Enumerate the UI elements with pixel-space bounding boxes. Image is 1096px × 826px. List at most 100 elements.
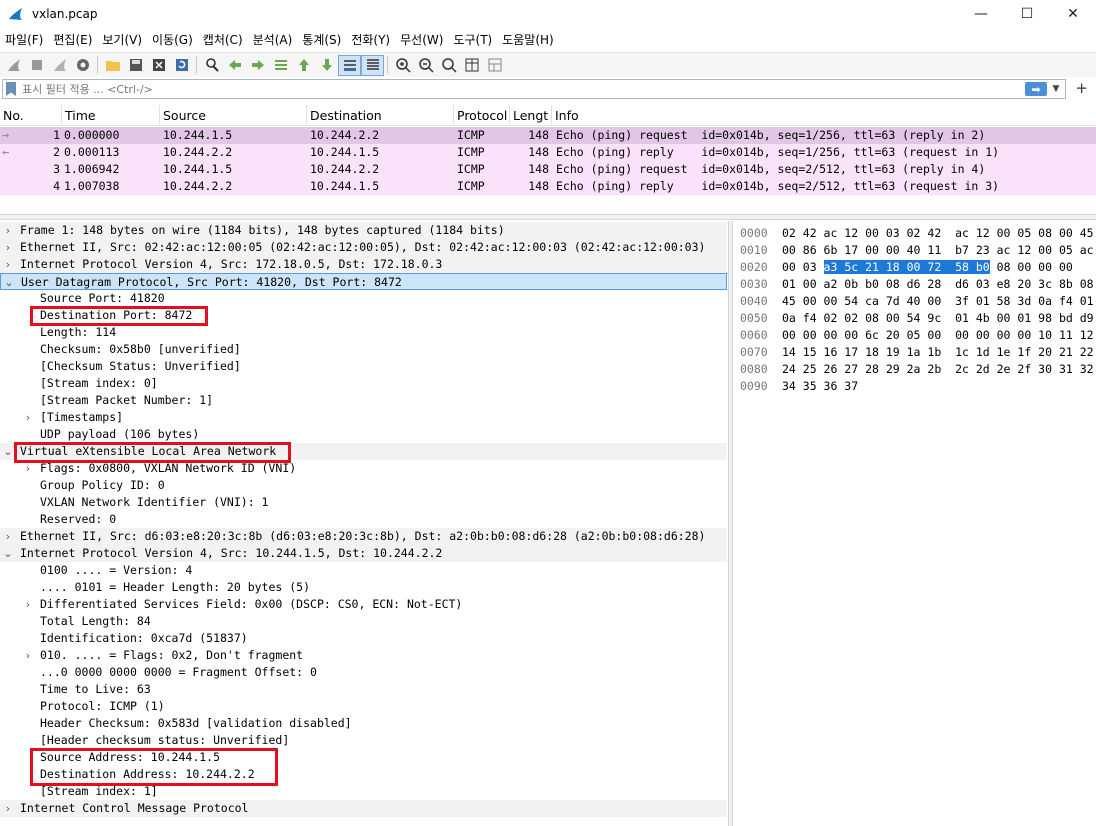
detail-tree-section[interactable]: ⌄ Internet Protocol Version 4, Src: 10.24… — [0, 545, 727, 562]
go-back-icon[interactable] — [223, 55, 246, 76]
shark-fin-start-icon[interactable] — [2, 55, 25, 76]
minimize-button[interactable]: — — [958, 0, 1004, 28]
column-header-no[interactable]: No. — [0, 105, 62, 126]
packet-row[interactable]: 4 1.007038 10.244.2.2 10.244.1.5 ICMP 148 Echo… — [0, 178, 1096, 195]
detail-tree-field[interactable]: ...0 0000 0000 0000 = Fragment Offset: 0 — [0, 664, 727, 681]
detail-tree-field[interactable]: Group Policy ID: 0 — [0, 477, 727, 494]
stop-icon[interactable] — [25, 55, 48, 76]
hex-dump-row[interactable]: 0010 00 86 6b 17 00 00 40 11 b7 23 ac 12 … — [734, 243, 1096, 258]
vertical-splitter[interactable] — [728, 221, 733, 826]
first-packet-icon[interactable] — [292, 55, 315, 76]
maximize-button[interactable]: ☐ — [1004, 0, 1050, 28]
detail-tree-field[interactable]: › 010. .... = Flags: 0x2, Don't fragment — [0, 647, 727, 664]
chevron-right-icon[interactable]: › — [22, 596, 34, 613]
pane-splitter[interactable] — [0, 214, 1096, 220]
zoom-reset-icon[interactable] — [437, 55, 460, 76]
menu-tools[interactable]: 도구(T) — [448, 29, 497, 51]
hex-dump-row[interactable]: 0070 14 15 16 17 18 19 1a 1b 1c 1d 1e 1f … — [734, 345, 1096, 360]
hex-dump-row[interactable]: 0050 0a f4 02 02 08 00 54 9c 01 4b 00 01 … — [734, 311, 1096, 326]
chevron-right-icon[interactable]: › — [2, 222, 14, 239]
packet-row[interactable]: 3 1.006942 10.244.1.5 10.244.2.2 ICMP 148 Echo… — [0, 161, 1096, 178]
packet-row[interactable]: ← 2 0.000113 10.244.2.2 10.244.1.5 ICMP 148 Ech… — [0, 144, 1096, 161]
resize-columns-icon[interactable] — [460, 55, 483, 76]
detail-tree-field[interactable]: Protocol: ICMP (1) — [0, 698, 727, 715]
column-header-length[interactable]: Lengt — [510, 105, 552, 126]
menu-file[interactable]: 파일(F) — [0, 29, 48, 51]
close-file-icon[interactable] — [147, 55, 170, 76]
detail-tree-section[interactable]: › Frame 1: 148 bytes on wire (1184 bits),… — [0, 222, 727, 239]
column-header-info[interactable]: Info — [552, 105, 1096, 126]
hex-dump-row[interactable]: 0060 00 00 00 00 6c 20 05 00 00 00 00 00 … — [734, 328, 1096, 343]
detail-tree-field[interactable]: 0100 .... = Version: 4 — [0, 562, 727, 579]
menu-help[interactable]: 도움말(H) — [497, 29, 559, 51]
packet-row[interactable]: → 1 0.000000 10.244.1.5 10.244.2.2 ICMP 148 Ech… — [0, 127, 1096, 144]
hex-dump-row[interactable]: 0020 00 03 a3 5c 21 18 00 72 58 b0 08 00 … — [734, 260, 1096, 275]
menu-telephony[interactable]: 전화(Y) — [346, 29, 395, 51]
close-button[interactable]: ✕ — [1050, 0, 1096, 28]
detail-tree-field[interactable]: [Header checksum status: Unverified] — [0, 732, 727, 749]
detail-tree-field[interactable]: Checksum: 0x58b0 [unverified] — [0, 341, 727, 358]
save-file-icon[interactable] — [124, 55, 147, 76]
column-header-source[interactable]: Source — [160, 105, 307, 126]
last-packet-icon[interactable] — [315, 55, 338, 76]
detail-tree-field[interactable]: [Checksum Status: Unverified] — [0, 358, 727, 375]
colorize-icon[interactable] — [361, 54, 384, 76]
hex-dump-row[interactable]: 0000 02 42 ac 12 00 03 02 42 ac 12 00 05 … — [734, 226, 1096, 241]
detail-tree-field[interactable]: Total Length: 84 — [0, 613, 727, 630]
detail-tree-section[interactable]: › Internet Protocol Version 4, Src: 172.1… — [0, 256, 727, 273]
restart-icon[interactable] — [48, 55, 71, 76]
detail-tree-field[interactable]: Reserved: 0 — [0, 511, 727, 528]
chevron-right-icon[interactable]: › — [2, 256, 14, 273]
chevron-down-icon[interactable]: ⌄ — [3, 274, 15, 291]
zoom-out-icon[interactable] — [414, 55, 437, 76]
chevron-right-icon[interactable]: › — [22, 647, 34, 664]
detail-tree-field[interactable]: Identification: 0xca7d (51837) — [0, 630, 727, 647]
display-filter-input[interactable]: 표시 필터 적용 ... <Ctrl-/> ➡ ▼ — [2, 79, 1066, 99]
detail-tree-section[interactable]: › Ethernet II, Src: d6:03:e8:20:3c:8b (d6… — [0, 528, 727, 545]
detail-tree-field[interactable]: .... 0101 = Header Length: 20 bytes (5) — [0, 579, 727, 596]
detail-tree-field[interactable]: Source Port: 41820 — [0, 290, 727, 307]
find-icon[interactable] — [200, 55, 223, 76]
menu-view[interactable]: 보기(V) — [97, 29, 147, 51]
chevron-right-icon[interactable]: › — [2, 528, 14, 545]
detail-tree-section[interactable]: ⌄ User Datagram Protocol, Src Port: 41820… — [0, 273, 727, 290]
detail-tree-field[interactable]: Time to Live: 63 — [0, 681, 727, 698]
open-folder-icon[interactable] — [101, 55, 124, 76]
autoscroll-icon[interactable] — [338, 54, 361, 76]
reload-icon[interactable] — [170, 55, 193, 76]
chevron-right-icon[interactable]: › — [2, 239, 14, 256]
chevron-down-icon[interactable]: ⌄ — [2, 443, 14, 460]
detail-tree-field[interactable]: › Differentiated Services Field: 0x00 (DS… — [0, 596, 727, 613]
bookmark-icon[interactable] — [6, 82, 16, 96]
chevron-down-icon[interactable]: ⌄ — [2, 545, 14, 562]
add-filter-button[interactable]: + — [1075, 79, 1088, 97]
chevron-down-icon[interactable]: ▼ — [1050, 81, 1062, 97]
menu-capture[interactable]: 캡처(C) — [198, 29, 248, 51]
detail-tree-field[interactable]: › [Timestamps] — [0, 409, 727, 426]
detail-tree-field[interactable]: VXLAN Network Identifier (VNI): 1 — [0, 494, 727, 511]
detail-tree-field[interactable]: [Stream Packet Number: 1] — [0, 392, 727, 409]
go-to-packet-icon[interactable] — [269, 55, 292, 76]
arrow-right-icon[interactable]: ➡ — [1025, 82, 1047, 96]
menu-wireless[interactable]: 무선(W) — [395, 29, 448, 51]
menu-analyze[interactable]: 분석(A) — [248, 29, 298, 51]
detail-tree-section[interactable]: › Ethernet II, Src: 02:42:ac:12:00:05 (02… — [0, 239, 727, 256]
detail-tree-field[interactable]: Length: 114 — [0, 324, 727, 341]
hex-dump-row[interactable]: 0090 34 35 36 37 — [734, 379, 1096, 394]
menu-edit[interactable]: 편집(E) — [48, 29, 97, 51]
detail-tree-field[interactable]: [Stream index: 0] — [0, 375, 727, 392]
menu-statistics[interactable]: 통계(S) — [297, 29, 346, 51]
detail-tree-field[interactable]: UDP payload (106 bytes) — [0, 426, 727, 443]
menu-go[interactable]: 이동(G) — [147, 29, 198, 51]
hex-dump-row[interactable]: 0080 24 25 26 27 28 29 2a 2b 2c 2d 2e 2f … — [734, 362, 1096, 377]
chevron-right-icon[interactable]: › — [22, 409, 34, 426]
column-header-destination[interactable]: Destination — [307, 105, 454, 126]
go-forward-icon[interactable] — [246, 55, 269, 76]
detail-tree-field[interactable]: Header Checksum: 0x583d [validation disa… — [0, 715, 727, 732]
column-header-time[interactable]: Time — [62, 105, 160, 126]
chevron-right-icon[interactable]: › — [2, 800, 14, 817]
detail-tree-section[interactable]: › Internet Control Message Protocol — [0, 800, 727, 817]
zoom-in-icon[interactable] — [391, 55, 414, 76]
options-gear-icon[interactable] — [71, 55, 94, 76]
hex-dump-row[interactable]: 0030 01 00 a2 0b b0 08 d6 28 d6 03 e8 20 … — [734, 277, 1096, 292]
